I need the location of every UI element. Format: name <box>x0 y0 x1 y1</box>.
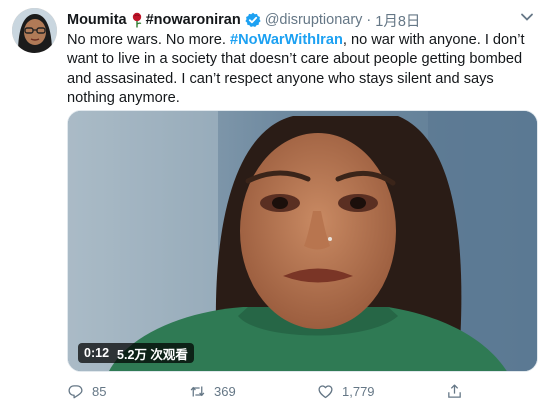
video-duration: 0:12 <box>84 346 110 360</box>
avatar[interactable] <box>12 8 57 53</box>
retweet-count: 369 <box>214 383 236 399</box>
display-name-hashtag[interactable]: #nowaroniran <box>146 12 241 28</box>
avatar-photo <box>12 8 57 53</box>
verified-badge-icon <box>245 12 261 28</box>
video-stats-badge: 0:12 5.2万 次观看 <box>78 343 194 363</box>
hashtag-link[interactable]: #NoWarWithIran <box>230 32 343 48</box>
reply-icon <box>68 384 83 398</box>
retweet-button[interactable]: 369 <box>189 383 236 400</box>
reply-count: 85 <box>92 383 107 399</box>
display-name[interactable]: Moumita <box>67 12 127 28</box>
share-button[interactable] <box>446 383 471 400</box>
tweet-timestamp[interactable]: 1月8日 <box>375 10 420 31</box>
tweet-text: No more wars. No more. #NoWarWithIran, n… <box>67 31 537 109</box>
like-count: 1,779 <box>342 383 375 399</box>
video-views: 5.2万 次观看 <box>117 347 188 362</box>
share-icon <box>448 383 461 398</box>
tweet-card[interactable]: Moumita #nowaroniran @disruptionary · 1月… <box>0 0 550 405</box>
tweet-text-part-1: No more wars. No more. <box>67 32 231 48</box>
user-handle[interactable]: @disruptionary <box>265 12 363 28</box>
separator-dot: · <box>366 12 372 28</box>
video-player[interactable]: 0:12 5.2万 次观看 <box>67 110 538 372</box>
heart-icon <box>318 384 333 398</box>
tweet-actions: 85 369 1,779 <box>67 380 527 402</box>
tweet-header: Moumita #nowaroniran @disruptionary · 1月… <box>67 10 420 30</box>
reply-button[interactable]: 85 <box>67 383 106 400</box>
rose-icon <box>130 12 144 28</box>
chevron-down-icon[interactable] <box>520 12 534 22</box>
retweet-icon <box>190 386 205 396</box>
like-button[interactable]: 1,779 <box>317 383 375 400</box>
video-thumbnail <box>68 111 537 371</box>
